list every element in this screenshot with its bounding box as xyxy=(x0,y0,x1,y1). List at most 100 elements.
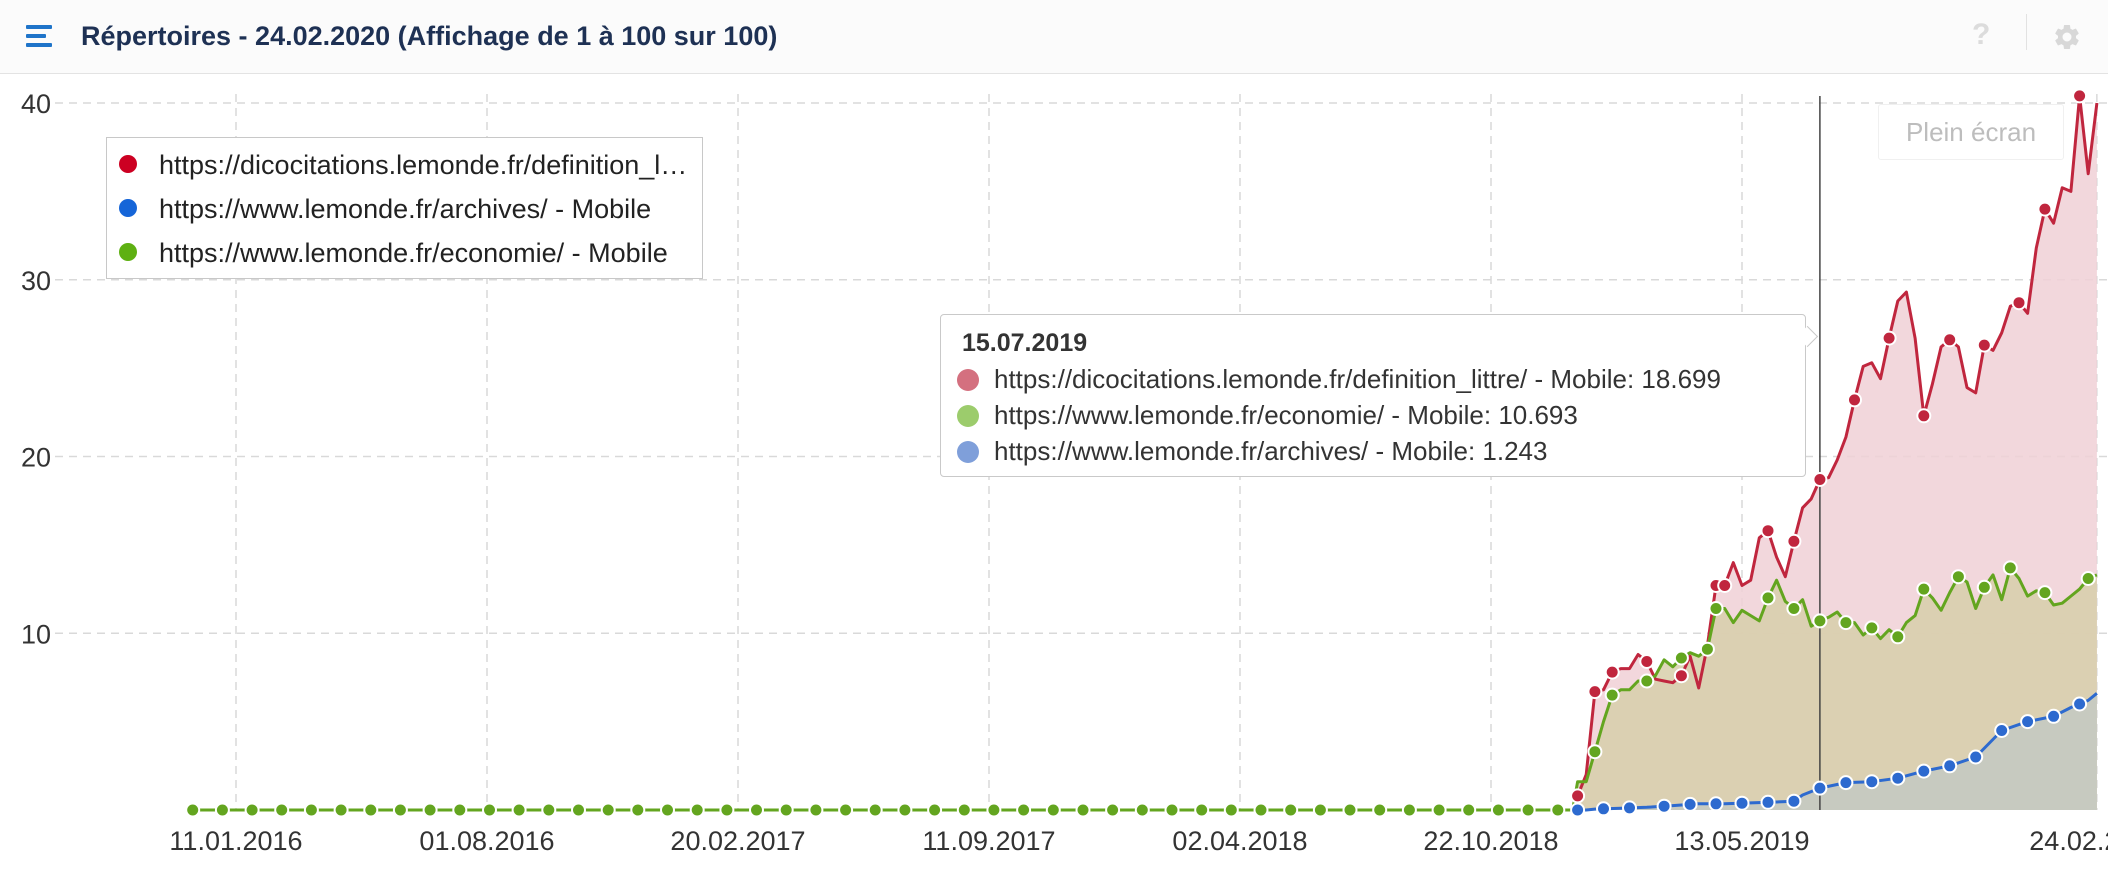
data-point xyxy=(1916,763,1932,779)
data-point xyxy=(1942,758,1958,774)
data-point xyxy=(571,802,586,818)
data-point xyxy=(1622,800,1637,816)
data-point xyxy=(1699,641,1715,657)
data-point xyxy=(838,802,854,818)
legend-item-economie[interactable]: https://www.lemonde.fr/economie/ - Mobil… xyxy=(107,232,702,272)
data-point xyxy=(185,802,201,818)
data-point xyxy=(600,802,616,818)
tooltip-dot-icon xyxy=(957,369,979,391)
y-tick-label: 40 xyxy=(21,89,51,119)
x-tick-label: 11.01.2016 xyxy=(169,826,302,856)
data-point xyxy=(1881,330,1897,346)
data-point xyxy=(214,802,230,818)
data-point xyxy=(660,802,675,818)
data-point xyxy=(2080,571,2096,586)
data-point xyxy=(1864,620,1880,636)
data-point xyxy=(778,802,794,818)
data-point xyxy=(2020,714,2036,730)
data-point xyxy=(630,802,646,818)
data-point xyxy=(1431,802,1447,818)
tooltip-date: 15.07.2019 xyxy=(962,329,1088,357)
tooltip-row: https://www.lemonde.fr/archives/ - Mobil… xyxy=(957,433,1797,467)
y-tick-label: 10 xyxy=(21,619,51,649)
data-point xyxy=(1942,332,1958,348)
gear-icon[interactable] xyxy=(2052,22,2082,52)
data-point xyxy=(1587,744,1603,760)
question-icon[interactable]: ? xyxy=(1972,18,1990,52)
data-point xyxy=(1812,780,1828,796)
data-point xyxy=(956,802,972,818)
data-point xyxy=(482,802,497,818)
data-point xyxy=(1812,472,1828,487)
tooltip-row-text: https://www.lemonde.fr/archives/ - Mobil… xyxy=(994,436,1548,466)
data-point xyxy=(1847,392,1862,408)
data-point xyxy=(2072,696,2088,712)
data-point xyxy=(1968,749,1984,765)
data-point xyxy=(541,802,557,818)
legend-dot-icon xyxy=(119,243,137,261)
data-point xyxy=(1570,802,1586,818)
data-point xyxy=(1401,802,1417,818)
x-tick-label: 20.02.2017 xyxy=(670,826,805,856)
header-divider xyxy=(2026,14,2027,50)
data-point xyxy=(333,802,349,818)
data-point xyxy=(1550,802,1566,818)
legend-label: https://dicocitations.lemonde.fr/definit… xyxy=(159,150,689,180)
chart-tooltip: 15.07.2019 https://dicocitations.lemonde… xyxy=(940,314,1819,477)
data-point xyxy=(1342,802,1358,818)
data-point xyxy=(1890,629,1906,645)
data-point xyxy=(1682,796,1698,812)
data-point xyxy=(867,802,883,818)
chart-legend: https://dicocitations.lemonde.fr/definit… xyxy=(106,137,703,279)
y-tick-label: 20 xyxy=(21,443,51,473)
legend-dot-icon xyxy=(119,199,137,217)
data-point xyxy=(986,802,1002,818)
data-point xyxy=(1673,668,1689,684)
data-point xyxy=(719,802,735,818)
data-point xyxy=(1520,802,1536,818)
data-point xyxy=(1372,802,1388,818)
data-point xyxy=(1976,337,1992,353)
data-point xyxy=(2037,201,2053,217)
x-tick-label: 01.08.2016 xyxy=(419,826,554,856)
fullscreen-button[interactable]: Plein écran xyxy=(1878,104,2064,160)
data-point xyxy=(1253,802,1269,818)
data-point xyxy=(1760,523,1776,539)
data-point xyxy=(1490,802,1506,818)
data-point xyxy=(1596,801,1611,817)
data-point xyxy=(1950,569,1966,585)
data-point xyxy=(2011,295,2027,311)
data-point xyxy=(1570,788,1586,804)
data-point xyxy=(1587,684,1603,700)
x-tick-label: 24.02.2020 xyxy=(2029,826,2108,856)
x-tick-label: 02.04.2018 xyxy=(1172,826,1307,856)
data-point xyxy=(303,802,319,818)
data-point xyxy=(1786,793,1802,809)
legend-item-archives[interactable]: https://www.lemonde.fr/archives/ - Mobil… xyxy=(107,188,702,228)
data-point xyxy=(1656,798,1672,814)
header-bar: Répertoires - 24.02.2020 (Affichage de 1… xyxy=(0,0,2108,74)
data-point xyxy=(1708,796,1724,812)
data-point xyxy=(511,802,527,818)
data-point xyxy=(1045,802,1061,818)
data-point xyxy=(1812,613,1828,629)
data-point xyxy=(1461,802,1477,818)
tooltip-row-text: https://dicocitations.lemonde.fr/definit… xyxy=(994,364,1721,394)
page-title: Répertoires - 24.02.2020 (Affichage de 1… xyxy=(81,21,778,51)
tooltip-dot-icon xyxy=(957,405,979,427)
data-point xyxy=(452,802,468,818)
data-point xyxy=(689,802,705,818)
hamburger-menu-icon[interactable] xyxy=(26,25,52,49)
data-point xyxy=(392,802,408,818)
data-point xyxy=(2037,585,2053,601)
x-tick-label: 13.05.2019 xyxy=(1674,826,1809,856)
legend-item-dicocitations[interactable]: https://dicocitations.lemonde.fr/definit… xyxy=(107,144,702,184)
data-point xyxy=(1916,408,1932,424)
data-point xyxy=(1312,802,1328,818)
data-point xyxy=(927,802,943,818)
data-point xyxy=(1994,723,2010,738)
tooltip-dot-icon xyxy=(957,441,979,463)
data-point xyxy=(274,802,290,818)
data-point xyxy=(1786,601,1802,616)
data-point xyxy=(1194,802,1210,818)
